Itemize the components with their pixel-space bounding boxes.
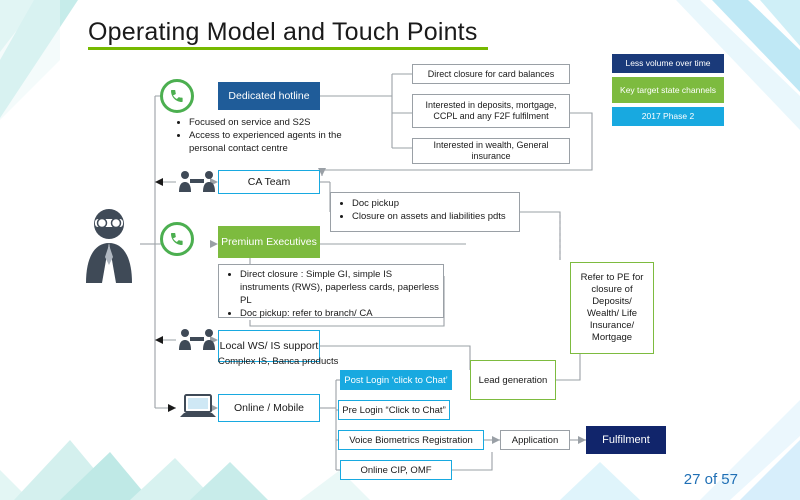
channel-label: Premium Executives (221, 236, 317, 248)
online-item-post-login-chat[interactable]: Post Login ‘click to Chat’ (340, 370, 452, 390)
channel-label: CA Team (247, 176, 291, 188)
hotline-bullet: Focused on service and S2S (189, 116, 358, 129)
channel-label: Online / Mobile (233, 402, 305, 414)
online-item-voice-biometrics[interactable]: Voice Biometrics Registration (338, 430, 484, 450)
agents-pair-icon-ca (178, 168, 216, 199)
legend-item-key-target: Key target state channels (612, 77, 724, 103)
online-item-label: Online CIP, OMF (360, 464, 432, 476)
ca-team-note: Doc pickup (352, 197, 517, 210)
hotline-bullets: Focused on service and S2S Access to exp… (178, 116, 358, 155)
premium-bullets-box: Direct closure : Simple GI, simple IS in… (218, 264, 444, 320)
online-item-online-cip-omf[interactable]: Online CIP, OMF (340, 460, 452, 480)
channel-dedicated-hotline[interactable]: Dedicated hotline (218, 82, 320, 110)
online-item-pre-login-chat[interactable]: Pre Login “Click to Chat” (338, 400, 450, 420)
legend-label: 2017 Phase 2 (641, 111, 695, 121)
local-support-note: Complex IS, Banca products (218, 356, 339, 367)
outcome-label: Interested in deposits, mortgage, CCPL a… (425, 100, 557, 121)
laptop-icon (178, 392, 218, 427)
slide-title: Operating Model and Touch Points (88, 18, 478, 46)
hotline-bullet: Access to experienced agents in the pers… (189, 129, 358, 155)
lead-generation-box: Lead generation (470, 360, 556, 400)
outcome-direct-closure-cards: Direct closure for card balances (412, 64, 570, 84)
title-underline (88, 47, 488, 50)
fulfilment-box: Fulfilment (586, 426, 666, 454)
phone-icon-hotline (160, 79, 194, 113)
channel-online-mobile[interactable]: Online / Mobile (218, 394, 320, 422)
application-box: Application (500, 430, 570, 450)
legend-item-phase2: 2017 Phase 2 (612, 107, 724, 126)
online-item-label: Voice Biometrics Registration (349, 434, 473, 446)
legend-item-less-volume: Less volume over time (612, 54, 724, 73)
premium-bullet: Direct closure : Simple GI, simple IS in… (240, 268, 439, 307)
agents-pair-icon-local (178, 326, 216, 357)
outcome-label: Interested in wealth, General insurance (433, 140, 549, 161)
phone-icon-premium (160, 222, 194, 256)
channel-label: Dedicated hotline (228, 90, 310, 102)
online-item-label: Pre Login “Click to Chat” (342, 404, 446, 416)
slide-canvas: Operating Model and Touch Points Less vo… (0, 0, 800, 500)
customer-person-icon (78, 205, 140, 283)
premium-bullet: Doc pickup: refer to branch/ CA (240, 307, 439, 320)
ca-team-notes-box: Doc pickup Closure on assets and liabili… (330, 192, 520, 232)
refer-to-pe-box: Refer to PE for closure of Deposits/ Wea… (570, 262, 654, 354)
online-item-label: Post Login ‘click to Chat’ (344, 374, 448, 386)
legend-label: Key target state channels (620, 84, 716, 95)
channel-premium-executives[interactable]: Premium Executives (218, 226, 320, 258)
outcome-label: Direct closure for card balances (427, 68, 555, 79)
ca-team-note: Closure on assets and liabilities pdts (352, 210, 517, 223)
channel-ca-team[interactable]: CA Team (218, 170, 320, 194)
outcome-wealth-general-insurance: Interested in wealth, General insurance (412, 138, 570, 164)
outcome-deposits-mortgage: Interested in deposits, mortgage, CCPL a… (412, 94, 570, 128)
legend-label: Less volume over time (625, 58, 711, 68)
channel-label: Local WS/ IS support (219, 340, 319, 352)
page-number: 27 of 57 (683, 471, 738, 488)
